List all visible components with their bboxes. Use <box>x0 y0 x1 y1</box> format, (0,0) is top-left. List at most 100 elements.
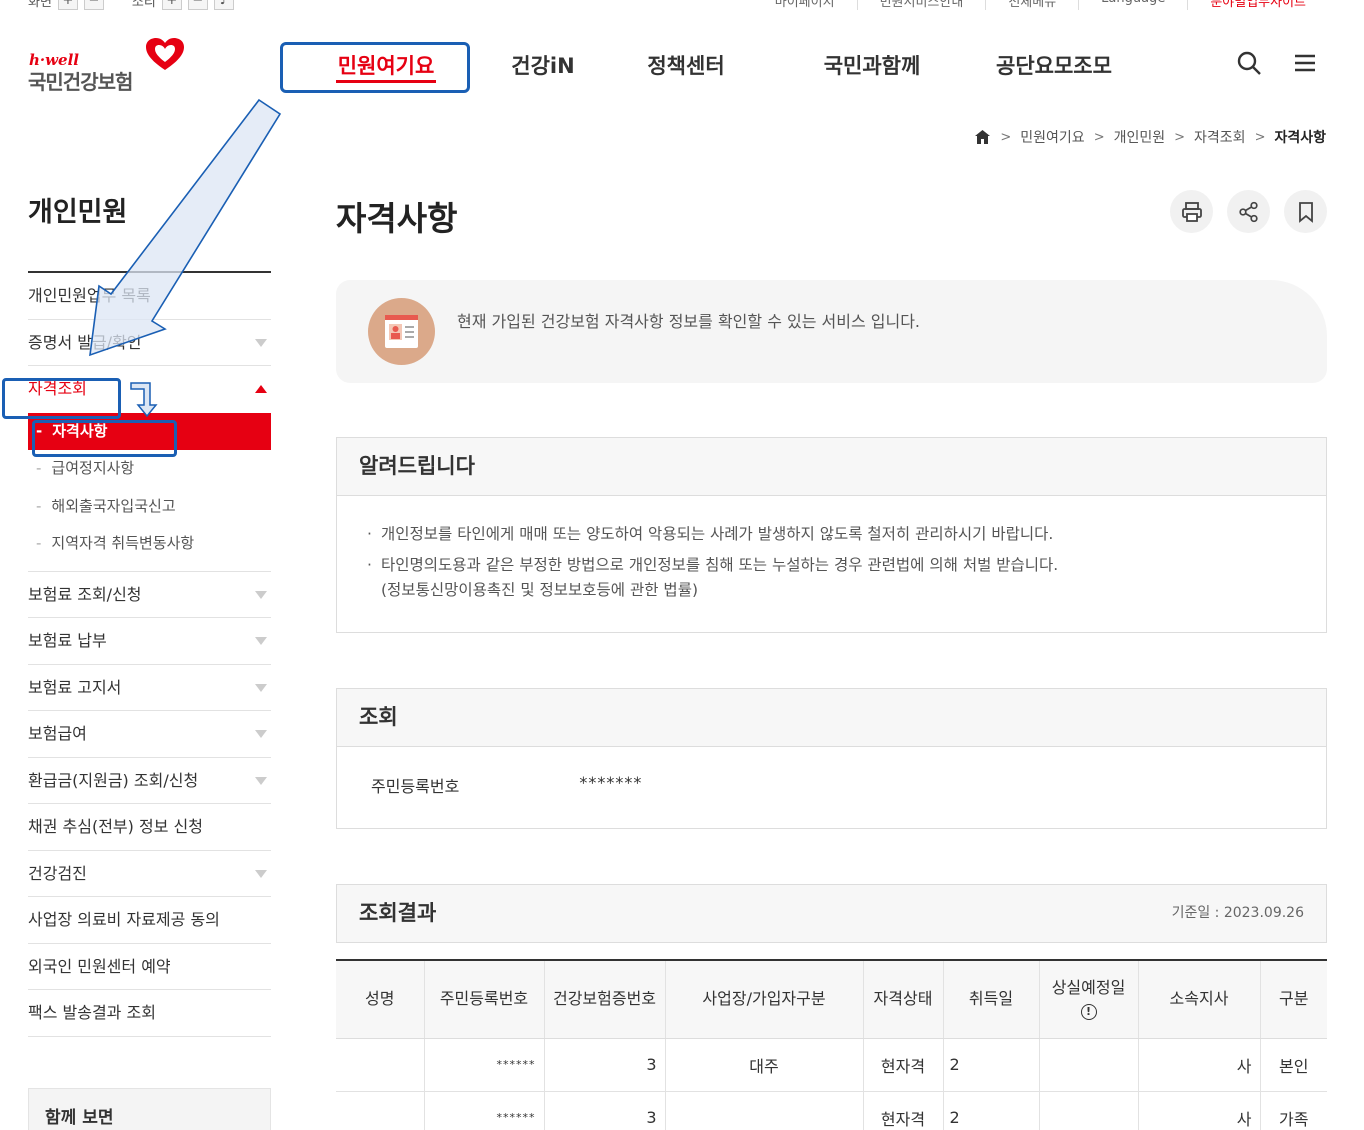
query-label: 주민등록번호 <box>371 777 460 796</box>
sidebar-item-list[interactable]: 개인민원업무 목록 <box>28 273 271 320</box>
table-cell: ****** <box>423 1091 544 1130</box>
query-title: 조회 <box>337 689 1326 747</box>
see-also-title: 함께 보면 <box>45 1108 114 1128</box>
result-table: 성명 주민등록번호 건강보험증번호 사업장/가입자구분 자격상태 취득일 상실예… <box>336 959 1327 1130</box>
sidebar-item-refund[interactable]: 환급금(지원금) 조회/신청 <box>28 758 271 804</box>
search-icon[interactable] <box>1236 50 1262 76</box>
sidebar-item-premium-notice[interactable]: 보험료 고지서 <box>28 665 271 711</box>
breadcrumb-item-current: 자격사항 <box>1274 130 1326 146</box>
breadcrumb-item-minwon[interactable]: 민원여기요 <box>1020 127 1084 147</box>
table-cell: 대주 <box>664 1038 863 1092</box>
table-cell: 2 <box>942 1091 1039 1130</box>
sidebar-item-certificate[interactable]: 증명서 발급/확인 <box>28 320 271 366</box>
breadcrumb-separator: > <box>1254 129 1266 145</box>
bookmark-icon <box>1298 201 1313 223</box>
notice-box: 알려드립니다 개인정보를 타인에게 매매 또는 양도하여 악용되는 사례가 발생… <box>336 437 1327 633</box>
table-cell: 사 <box>1137 1038 1260 1092</box>
result-header: 조회결과 기준일 : 2023.09.26 <box>336 884 1327 943</box>
nhis-logo[interactable]: h·well 국민건강보험 <box>28 38 188 94</box>
sound-up-button[interactable]: + <box>161 0 182 10</box>
table-cell: 본인 <box>1259 1038 1327 1092</box>
table-cell: 3 <box>543 1038 665 1092</box>
sidebar-subitem-regional-change[interactable]: 지역자격 취득변동사항 <box>28 525 271 563</box>
table-row: ****** 3 현자격 2 사 가족 <box>336 1091 1327 1130</box>
sound-toggle-button[interactable]: ♪ <box>213 0 234 10</box>
sound-down-button[interactable]: − <box>187 0 208 10</box>
info-icon[interactable]: ! <box>1080 1004 1097 1021</box>
breadcrumb-item-personal[interactable]: 개인민원 <box>1114 127 1166 147</box>
notice-title: 알려드립니다 <box>337 438 1326 496</box>
share-icon <box>1238 201 1258 222</box>
annotation-highlight-subitem <box>32 420 177 457</box>
annotation-highlight-nav <box>280 42 470 93</box>
sidebar-item-label: 채권 추심(전부) 정보 신청 <box>28 817 203 836</box>
table-cell: 3 <box>543 1091 665 1130</box>
util-link-allmenu[interactable]: 전체메뉴 <box>985 0 1078 10</box>
see-also-box[interactable]: 함께 보면 <box>28 1088 271 1130</box>
util-link-guide[interactable]: 민원서비스안내 <box>856 0 986 10</box>
sidebar-item-label: 사업장 의료비 자료제공 동의 <box>28 910 220 929</box>
sidebar-item-label: 외국인 민원센터 예약 <box>28 956 171 976</box>
id-card-icon <box>368 298 435 365</box>
column-header: 취득일 <box>942 960 1039 1039</box>
breadcrumb-item-qualification[interactable]: 자격조회 <box>1194 127 1246 147</box>
home-icon[interactable] <box>974 129 991 145</box>
table-cell: 현자격 <box>862 1038 943 1092</box>
table-row: ****** 3 대주 현자격 2 사 본인 <box>336 1038 1327 1092</box>
sidebar-item-label: 보험료 고지서 <box>28 677 122 697</box>
zoom-in-button[interactable]: + <box>57 0 78 10</box>
nav-item-together[interactable]: 국민과함께 <box>774 48 970 84</box>
table-cell <box>664 1091 863 1130</box>
sidebar-item-label: 보험료 조회/신청 <box>28 584 142 604</box>
chevron-down-icon <box>255 683 267 692</box>
nav-item-about[interactable]: 공단요모조모 <box>970 48 1138 84</box>
zoom-controls: 화면 + − 소리 + − ♪ <box>28 0 234 10</box>
result-title: 조회결과 <box>359 901 437 925</box>
util-link-mypage[interactable]: 마이페이지 <box>753 0 857 10</box>
table-header-row: 성명 주민등록번호 건강보험증번호 사업장/가입자구분 자격상태 취득일 상실예… <box>336 960 1327 1039</box>
print-button[interactable] <box>1170 190 1213 233</box>
breadcrumb-separator: > <box>1174 129 1186 145</box>
sidebar-item-foreigner-center[interactable]: 외국인 민원센터 예약 <box>28 944 271 990</box>
nav-item-health-in[interactable]: 건강iN <box>488 48 598 84</box>
share-button[interactable] <box>1227 190 1270 233</box>
sidebar-subitem-reentry[interactable]: 해외출국자입국신고 <box>28 488 271 526</box>
sidebar-item-benefit[interactable]: 보험급여 <box>28 711 271 758</box>
chevron-down-icon <box>255 590 267 599</box>
sidebar-item-premium-query[interactable]: 보험료 조회/신청 <box>28 572 271 618</box>
hamburger-menu-icon[interactable] <box>1292 50 1318 76</box>
nav-item-policy[interactable]: 정책센터 <box>598 48 774 84</box>
column-header: 주민등록번호 <box>423 960 544 1039</box>
table-cell <box>1038 1038 1138 1092</box>
column-header: 건강보험증번호 <box>543 960 665 1039</box>
sidebar-item-label: 환급금(지원금) 조회/신청 <box>28 770 199 790</box>
breadcrumb-separator: > <box>1000 129 1012 145</box>
sidebar-item-checkup[interactable]: 건강검진 <box>28 851 271 897</box>
page-title: 자격사항 <box>336 199 458 238</box>
util-link-sites[interactable]: 분야별업무사이트 <box>1187 0 1328 10</box>
result-date: 기준일 : 2023.09.26 <box>1171 905 1304 921</box>
table-cell <box>1038 1091 1138 1130</box>
table-cell: 사 <box>1137 1091 1260 1130</box>
query-box: 조회 주민등록번호 ******* <box>336 688 1327 829</box>
sidebar-item-debt-collection[interactable]: 채권 추심(전부) 정보 신청 <box>28 804 271 851</box>
zoom-out-button[interactable]: − <box>83 0 104 10</box>
bookmark-button[interactable] <box>1284 190 1327 233</box>
chevron-up-icon <box>255 385 267 393</box>
sidebar-item-label: 보험료 납부 <box>28 631 107 650</box>
column-header: 구분 <box>1259 960 1327 1039</box>
annotation-highlight-qualification <box>2 378 121 419</box>
sidebar-item-fax-result[interactable]: 팩스 발송결과 조회 <box>28 990 271 1037</box>
sidebar-item-premium-pay[interactable]: 보험료 납부 <box>28 618 271 665</box>
sidebar-item-medical-consent[interactable]: 사업장 의료비 자료제공 동의 <box>28 897 271 944</box>
sidebar-item-label: 증명서 발급/확인 <box>28 332 142 352</box>
util-link-language[interactable]: Language <box>1078 0 1187 10</box>
heart-logo-icon <box>146 38 184 70</box>
table-cell: 가족 <box>1259 1091 1327 1130</box>
column-header: 자격상태 <box>862 960 943 1039</box>
zoom-label: 화면 <box>28 0 52 10</box>
sidebar-item-label: 건강검진 <box>28 863 87 883</box>
intro-banner: 현재 가입된 건강보험 자격사항 정보를 확인할 수 있는 서비스 입니다. <box>336 280 1327 383</box>
column-header-label: 상실예정일 <box>1051 978 1126 998</box>
breadcrumb: > 민원여기요 > 개인민원 > 자격조회 > 자격사항 <box>974 127 1326 147</box>
